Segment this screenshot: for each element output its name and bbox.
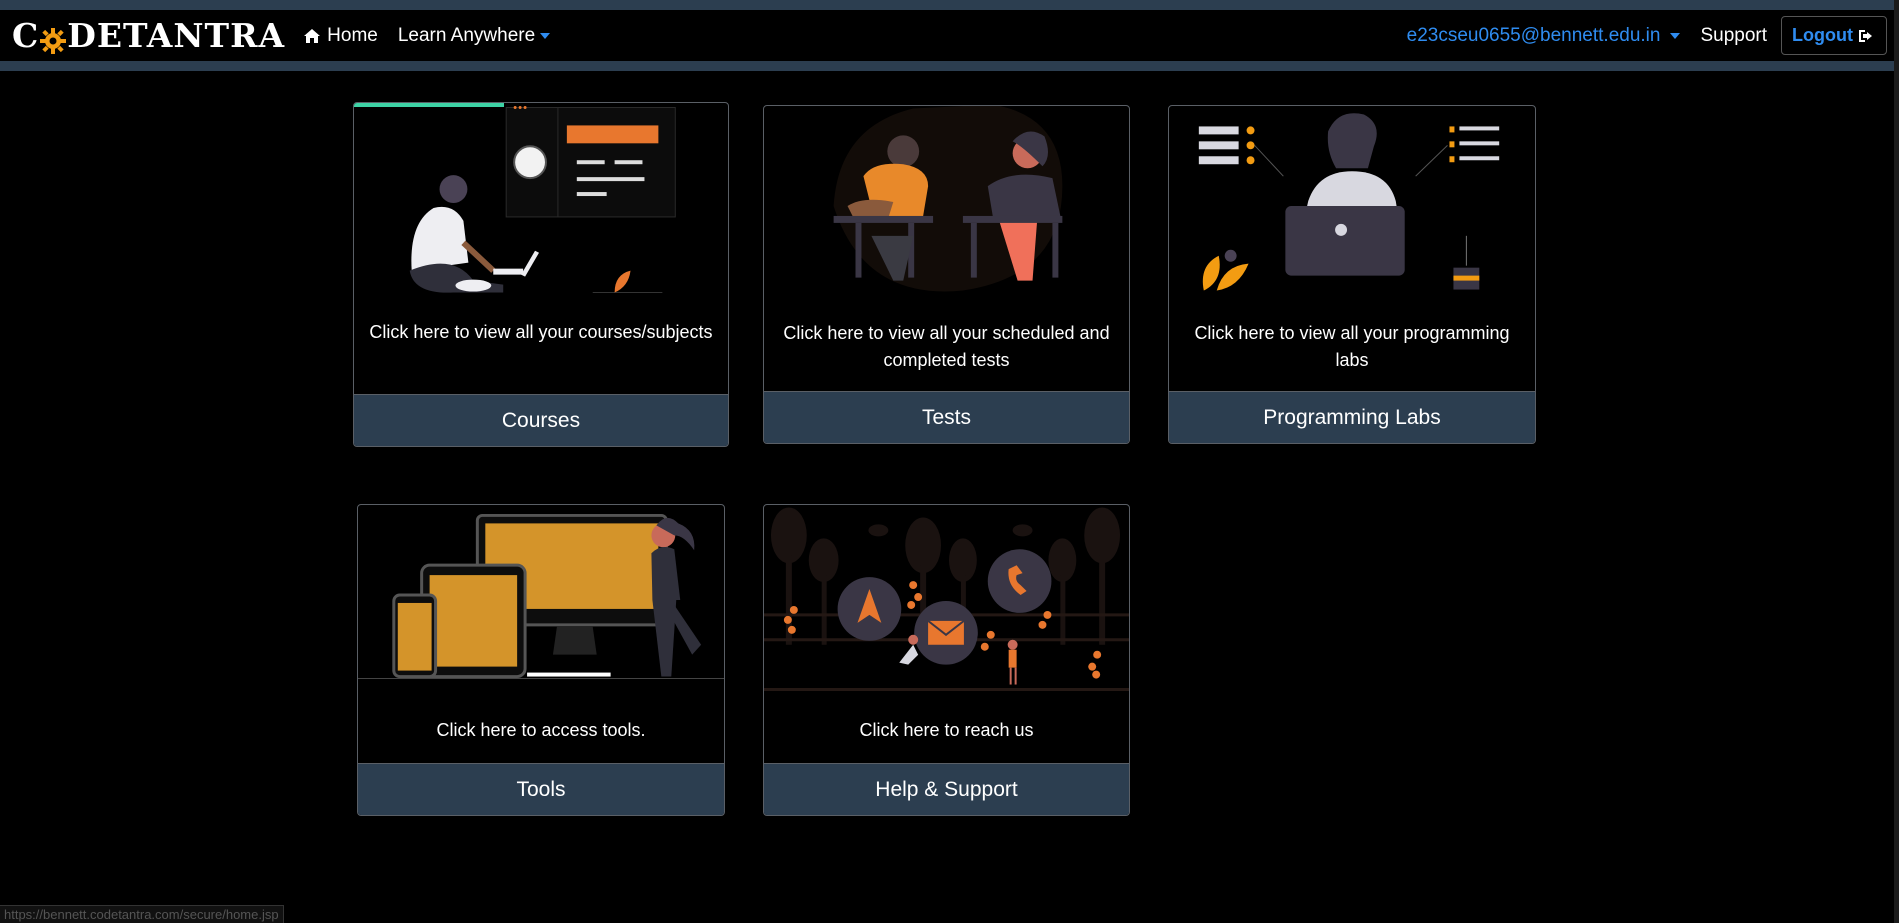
sign-out-icon xyxy=(1858,28,1876,44)
help-illustration xyxy=(764,507,1129,692)
tests-card-title: Tests xyxy=(764,391,1129,443)
tools-card[interactable]: Click here to access tools. Tools xyxy=(357,504,725,816)
tests-card[interactable]: Click here to view all your scheduled an… xyxy=(763,105,1130,444)
user-email: e23cseu0655@bennett.edu.in xyxy=(1406,24,1661,46)
scrollbar[interactable] xyxy=(1894,0,1899,923)
status-bar-url: https://bennett.codetantra.com/secure/ho… xyxy=(0,905,284,923)
help-description: Click here to reach us xyxy=(859,720,1034,740)
help-card-title: Help & Support xyxy=(764,763,1129,815)
tests-description: Click here to view all your scheduled an… xyxy=(783,323,1110,370)
nav-home-label: Home xyxy=(327,24,378,46)
tools-card-title: Tools xyxy=(358,763,724,815)
labs-card-title: Programming Labs xyxy=(1169,391,1535,443)
codetantra-logo[interactable]: C DETANTRA xyxy=(12,16,285,55)
chevron-down-icon xyxy=(1670,32,1681,39)
tools-illustration xyxy=(358,513,724,680)
labs-description: Click here to view all your programming … xyxy=(1194,323,1510,370)
chevron-down-icon xyxy=(540,32,551,39)
gear-icon xyxy=(40,23,67,54)
nav-learn-label: Learn Anywhere xyxy=(397,24,536,46)
home-icon xyxy=(303,28,321,44)
programming-labs-card[interactable]: Click here to view all your programming … xyxy=(1168,105,1536,444)
top-navbar: C DETANTRA Home Learn Anywhere e23cseu06… xyxy=(0,0,1899,71)
logout-button[interactable]: Logout xyxy=(1781,16,1887,55)
tests-illustration xyxy=(833,106,1063,292)
nav-learn-anywhere-dropdown[interactable]: Learn Anywhere xyxy=(397,24,551,47)
labs-illustration xyxy=(1198,113,1500,291)
nav-support-link[interactable]: Support xyxy=(1700,25,1767,47)
user-menu-dropdown[interactable]: e23cseu0655@bennett.edu.in xyxy=(1407,25,1681,47)
logo-letter-c: C xyxy=(12,16,40,55)
help-support-card[interactable]: Click here to reach us Help & Support xyxy=(763,504,1130,816)
logout-label: Logout xyxy=(1792,25,1853,45)
courses-description: Click here to view all your courses/subj… xyxy=(369,322,713,342)
nav-home[interactable]: Home xyxy=(303,25,378,47)
courses-illustration xyxy=(409,106,676,294)
courses-card[interactable]: Click here to view all your courses/subj… xyxy=(353,102,729,447)
tools-description: Click here to access tools. xyxy=(436,720,646,740)
logo-letters: DETANTRA xyxy=(67,16,286,55)
courses-card-title: Courses xyxy=(354,394,728,446)
